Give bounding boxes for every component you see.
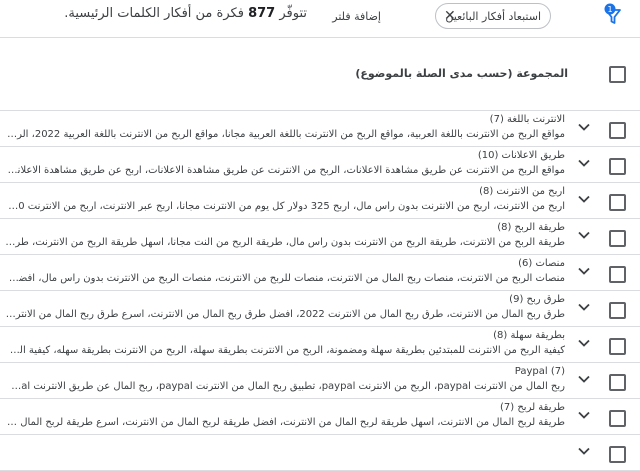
- chevron-down-icon[interactable]: [576, 155, 592, 171]
- chevron-down-icon[interactable]: [576, 371, 592, 387]
- list-item[interactable]: طريقة لربح (7) طريقة لربح المال من الانت…: [0, 399, 640, 435]
- group-keywords: اربح من الانترنت، اربح من الانترنت بدون …: [5, 201, 565, 212]
- add-filter-link[interactable]: إضافة فلتر: [332, 10, 381, 23]
- list-item[interactable]: الانترنت باللغة (7) مواقع الربح من الانت…: [0, 111, 640, 147]
- row-checkbox[interactable]: [609, 122, 626, 139]
- group-keywords: طريقة لربح المال من الانترنت، اسهل طريقة…: [5, 417, 565, 428]
- list-item[interactable]: طريق الاعلانات (10) مواقع الربح من الانت…: [0, 147, 640, 183]
- chevron-down-icon[interactable]: [576, 191, 592, 207]
- filter-icon[interactable]: 1: [600, 2, 626, 28]
- chevron-down-icon[interactable]: [576, 119, 592, 135]
- list-item[interactable]: اربح من الانترنت (8) اربح من الانترنت، ا…: [0, 183, 640, 219]
- row-checkbox[interactable]: [609, 158, 626, 175]
- close-icon[interactable]: ✕: [444, 8, 456, 24]
- column-header-group[interactable]: المجموعة (حسب مدى الصلة بالموضوع): [355, 67, 568, 80]
- chevron-down-icon[interactable]: [576, 443, 592, 459]
- row-checkbox[interactable]: [609, 446, 626, 463]
- filter-chip[interactable]: استبعاد أفكار البائعين ✕: [435, 3, 551, 29]
- list-item[interactable]: طرق ربح (9) طرق ربح المال من الانترنت، ط…: [0, 291, 640, 327]
- group-title: الانترنت باللغة (7): [489, 114, 565, 125]
- summary-prefix: تتوفّر: [279, 6, 307, 21]
- summary-suffix: فكرة من أفكار الكلمات الرئيسية.: [64, 6, 244, 21]
- group-list: الانترنت باللغة (7) مواقع الربح من الانت…: [0, 111, 640, 471]
- chevron-down-icon[interactable]: [576, 263, 592, 279]
- group-title: اربح من الانترنت (8): [479, 186, 565, 197]
- group-title: منصات (6): [518, 258, 565, 269]
- row-checkbox[interactable]: [609, 302, 626, 319]
- group-keywords: مواقع الربح من الانترنت عن طريق مشاهدة ا…: [5, 165, 565, 176]
- list-item[interactable]: طريقة الربح (8) طريقة الربح من الانترنت،…: [0, 219, 640, 255]
- table-header: المجموعة (حسب مدى الصلة بالموضوع): [0, 57, 640, 91]
- group-title: Paypal (7): [514, 366, 565, 377]
- group-keywords: ربح المال من الانترنت paypal، الربح من ا…: [5, 381, 565, 392]
- group-title: طريقة الربح (8): [497, 222, 565, 233]
- row-checkbox[interactable]: [609, 374, 626, 391]
- select-all-checkbox[interactable]: [609, 66, 626, 83]
- group-keywords: منصات الربح من الانترنت، منصات ربح المال…: [5, 273, 565, 284]
- group-title: طريق الاعلانات (10): [477, 150, 565, 161]
- group-title: طريقة لربح (7): [499, 402, 565, 413]
- row-checkbox[interactable]: [609, 230, 626, 247]
- chevron-down-icon[interactable]: [576, 335, 592, 351]
- summary-count: 877: [248, 6, 276, 21]
- top-bar: 1 استبعاد أفكار البائعين ✕ إضافة فلتر تت…: [0, 0, 640, 36]
- group-title: بطريقة سهلة (8): [493, 330, 565, 341]
- ideas-summary: تتوفّر 877 فكرة من أفكار الكلمات الرئيسي…: [64, 6, 307, 21]
- divider: [0, 37, 640, 38]
- row-checkbox[interactable]: [609, 266, 626, 283]
- group-keywords: طريقة الربح من الانترنت، طريقة الربح من …: [5, 237, 565, 248]
- list-item[interactable]: منصات (6) منصات الربح من الانترنت، منصات…: [0, 255, 640, 291]
- chevron-down-icon[interactable]: [576, 227, 592, 243]
- group-keywords: طرق ربح المال من الانترنت، طرق ربح المال…: [5, 309, 565, 320]
- chevron-down-icon[interactable]: [576, 407, 592, 423]
- row-checkbox[interactable]: [609, 194, 626, 211]
- list-item[interactable]: بطريقة سهلة (8) كيفية الربح من الانترنت …: [0, 327, 640, 363]
- group-keywords: كيفية الربح من الانترنت للمبتدئين بطريقة…: [5, 345, 565, 356]
- row-checkbox[interactable]: [609, 410, 626, 427]
- list-item[interactable]: Paypal (7) ربح المال من الانترنت paypal،…: [0, 363, 640, 399]
- filter-badge: 1: [607, 5, 612, 14]
- row-checkbox[interactable]: [609, 338, 626, 355]
- chevron-down-icon[interactable]: [576, 299, 592, 315]
- group-title: طرق ربح (9): [509, 294, 565, 305]
- list-item[interactable]: [0, 435, 640, 471]
- group-keywords: مواقع الربح من الانترنت باللغة العربية، …: [5, 129, 565, 140]
- filter-chip-label: استبعاد أفكار البائعين: [445, 9, 541, 23]
